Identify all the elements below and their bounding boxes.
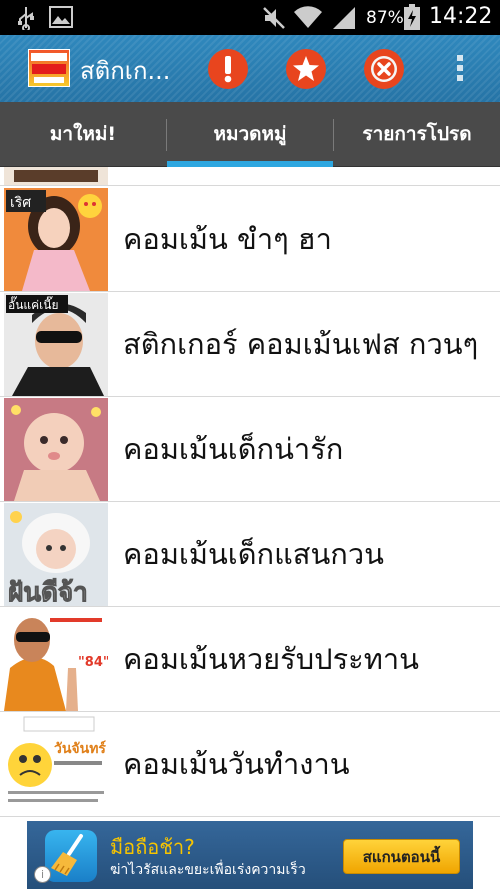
list-item-thumbnail: "84" xyxy=(4,608,108,711)
exit-button[interactable] xyxy=(363,48,405,90)
ad-scan-button[interactable]: สแกนตอนนี้ xyxy=(343,839,460,874)
app-logo[interactable] xyxy=(28,49,70,87)
list-item-label: คอมเม้นเด็กแสนกวน xyxy=(123,537,384,571)
action-bar: สติกเก... xyxy=(0,35,500,102)
thumb-caption: ฝันดีจ้า xyxy=(8,578,88,606)
close-icon xyxy=(364,49,404,89)
list-item[interactable]: "84" คอมเม้นหวยรับประทาน xyxy=(0,607,500,712)
battery-charging-icon xyxy=(404,4,420,30)
category-list[interactable]: เริศ คอมเม้น ขำๆ ฮา อั๊นแค่เนี๊ย สติกเกอ… xyxy=(0,167,500,821)
tab-new[interactable]: มาใหม่! xyxy=(0,102,166,167)
list-item-label: คอมเม้นวันทำงาน xyxy=(123,747,350,781)
image-icon xyxy=(49,6,73,28)
clock: 14:22 xyxy=(429,4,493,29)
broom-icon xyxy=(45,830,97,882)
list-item[interactable]: ฝันดีจ้า คอมเม้นเด็กแสนกวน xyxy=(0,502,500,607)
tab-categories[interactable]: หมวดหมู่ xyxy=(167,102,333,167)
alert-button[interactable] xyxy=(207,48,249,90)
list-item-thumbnail xyxy=(4,398,108,501)
thumb-caption: วันจันทร์ xyxy=(54,740,106,757)
tab-favorites[interactable]: รายการโปรด xyxy=(334,102,500,167)
thumb-caption: อั๊นแค่เนี๊ย xyxy=(8,296,59,312)
alert-icon xyxy=(208,49,248,89)
list-item[interactable] xyxy=(0,167,500,186)
favorite-button[interactable] xyxy=(285,48,327,90)
list-item[interactable]: วันจันทร์ คอมเม้นวันทำงาน xyxy=(0,712,500,817)
signal-icon xyxy=(333,7,355,29)
list-item-thumbnail: เริศ xyxy=(4,188,108,291)
list-item-label: คอมเม้นหวยรับประทาน xyxy=(123,642,419,676)
list-item-thumbnail xyxy=(4,167,108,185)
thumb-caption: เริศ xyxy=(10,195,31,211)
list-item[interactable]: คอมเม้นเด็กน่ารัก xyxy=(0,397,500,502)
list-item-label: คอมเม้นเด็กน่ารัก xyxy=(123,432,344,466)
list-item-label: สติกเกอร์ คอมเม้นเฟส กวนๆ xyxy=(123,327,479,361)
list-item-thumbnail: อั๊นแค่เนี๊ย xyxy=(4,293,108,396)
ad-banner[interactable]: มือถือช้า? ฆ่าไวรัสและขยะเพื่อเร่งความเร… xyxy=(27,821,473,889)
mute-icon xyxy=(263,7,285,29)
list-item-label: คอมเม้น ขำๆ ฮา xyxy=(123,222,332,256)
list-item-thumbnail: ฝันดีจ้า xyxy=(4,503,108,606)
ad-info-icon[interactable]: i xyxy=(34,866,51,883)
status-bar: 87% 14:22 xyxy=(0,0,500,35)
star-icon xyxy=(286,49,326,89)
list-item[interactable]: เริศ คอมเม้น ขำๆ ฮา xyxy=(0,187,500,292)
ad-subtext: ฆ่าไวรัสและขยะเพื่อเร่งความเร็ว xyxy=(110,862,306,878)
list-item[interactable]: อั๊นแค่เนี๊ย สติกเกอร์ คอมเม้นเฟส กวนๆ xyxy=(0,292,500,397)
app-title[interactable]: สติกเก... xyxy=(80,51,170,90)
thumb-caption: "84" xyxy=(78,655,108,670)
usb-icon xyxy=(18,7,34,30)
battery-percent: 87% xyxy=(366,8,404,28)
overflow-menu-icon[interactable] xyxy=(452,52,468,86)
list-item-thumbnail: วันจันทร์ xyxy=(4,713,108,816)
tab-bar: มาใหม่! หมวดหมู่ รายการโปรด xyxy=(0,102,500,167)
wifi-icon xyxy=(294,6,322,28)
